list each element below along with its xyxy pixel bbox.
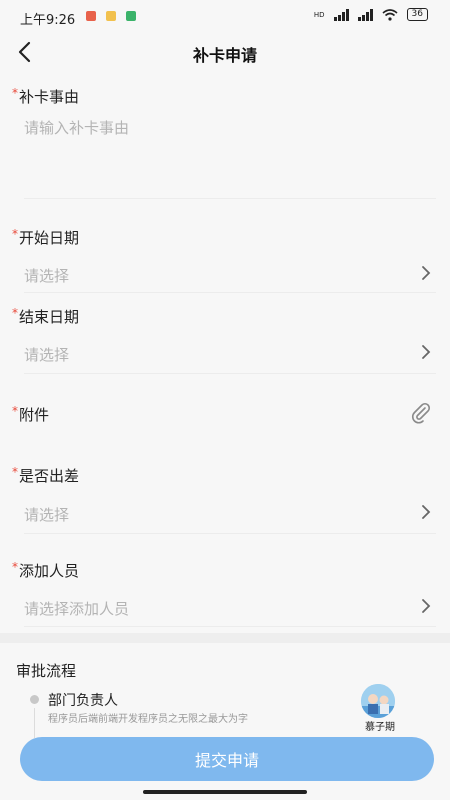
signal-icon-2	[357, 8, 373, 21]
home-indicator[interactable]	[143, 790, 307, 794]
end-date-label: *结束日期	[12, 306, 80, 326]
wifi-icon	[382, 8, 398, 21]
approval-flow-title: 审批流程	[16, 662, 77, 680]
status-bar: 上午9:26 HD 36	[0, 0, 450, 32]
status-time: 上午9:26	[20, 13, 76, 28]
start-date-value: 请选择	[24, 267, 70, 285]
required-mark: *	[12, 560, 18, 574]
reason-input[interactable]: 请输入补卡事由	[24, 117, 129, 138]
add-people-value: 请选择添加人员	[24, 600, 130, 618]
divider	[24, 198, 436, 199]
start-date-picker[interactable]: 请选择	[0, 255, 450, 291]
required-mark: *	[12, 465, 18, 479]
end-date-picker[interactable]: 请选择	[0, 334, 450, 372]
flow-step-role: 部门负责人	[48, 693, 118, 709]
chevron-right-icon	[422, 505, 431, 519]
divider	[24, 292, 436, 293]
divider	[24, 626, 436, 627]
nav-header: 补卡申请	[0, 32, 450, 72]
add-people-label: *添加人员	[12, 560, 80, 580]
divider	[24, 373, 436, 374]
approver-name: 慕子期	[365, 722, 395, 733]
flow-step-line	[34, 708, 35, 738]
business-trip-picker[interactable]: 请选择	[0, 494, 450, 532]
divider	[24, 533, 436, 534]
reason-label: *补卡事由	[12, 86, 80, 106]
required-mark: *	[12, 86, 18, 100]
paperclip-icon[interactable]	[410, 402, 432, 424]
notification-message-icon	[106, 11, 116, 21]
start-date-label: *开始日期	[12, 227, 80, 247]
flow-step-desc: 程序员后端前端开发程序员之无限之最大为字	[48, 714, 248, 725]
attachment-row[interactable]: *附件	[0, 395, 450, 431]
required-mark: *	[12, 306, 18, 320]
add-people-picker[interactable]: 请选择添加人员	[0, 589, 450, 625]
required-mark: *	[12, 227, 18, 241]
signal-icon	[333, 8, 349, 21]
page-title: 补卡申请	[192, 46, 257, 65]
business-trip-label: *是否出差	[12, 465, 80, 485]
avatar-image	[361, 684, 395, 718]
status-indicators: HD 36	[314, 8, 428, 21]
business-trip-value: 请选择	[24, 506, 70, 524]
chevron-right-icon	[422, 599, 431, 613]
approver-avatar[interactable]	[361, 684, 395, 718]
section-separator	[0, 633, 450, 643]
notification-app-icon	[86, 11, 96, 21]
submit-button[interactable]: 提交申请	[20, 737, 434, 781]
notification-phone-icon	[126, 11, 136, 21]
battery-icon: 36	[406, 8, 428, 21]
flow-step-dot	[30, 695, 39, 704]
required-mark: *	[12, 404, 18, 418]
hd-label: HD	[313, 10, 325, 19]
attachment-label: *附件	[12, 404, 50, 424]
end-date-value: 请选择	[24, 346, 70, 364]
chevron-right-icon	[422, 345, 431, 359]
chevron-right-icon	[422, 266, 431, 280]
